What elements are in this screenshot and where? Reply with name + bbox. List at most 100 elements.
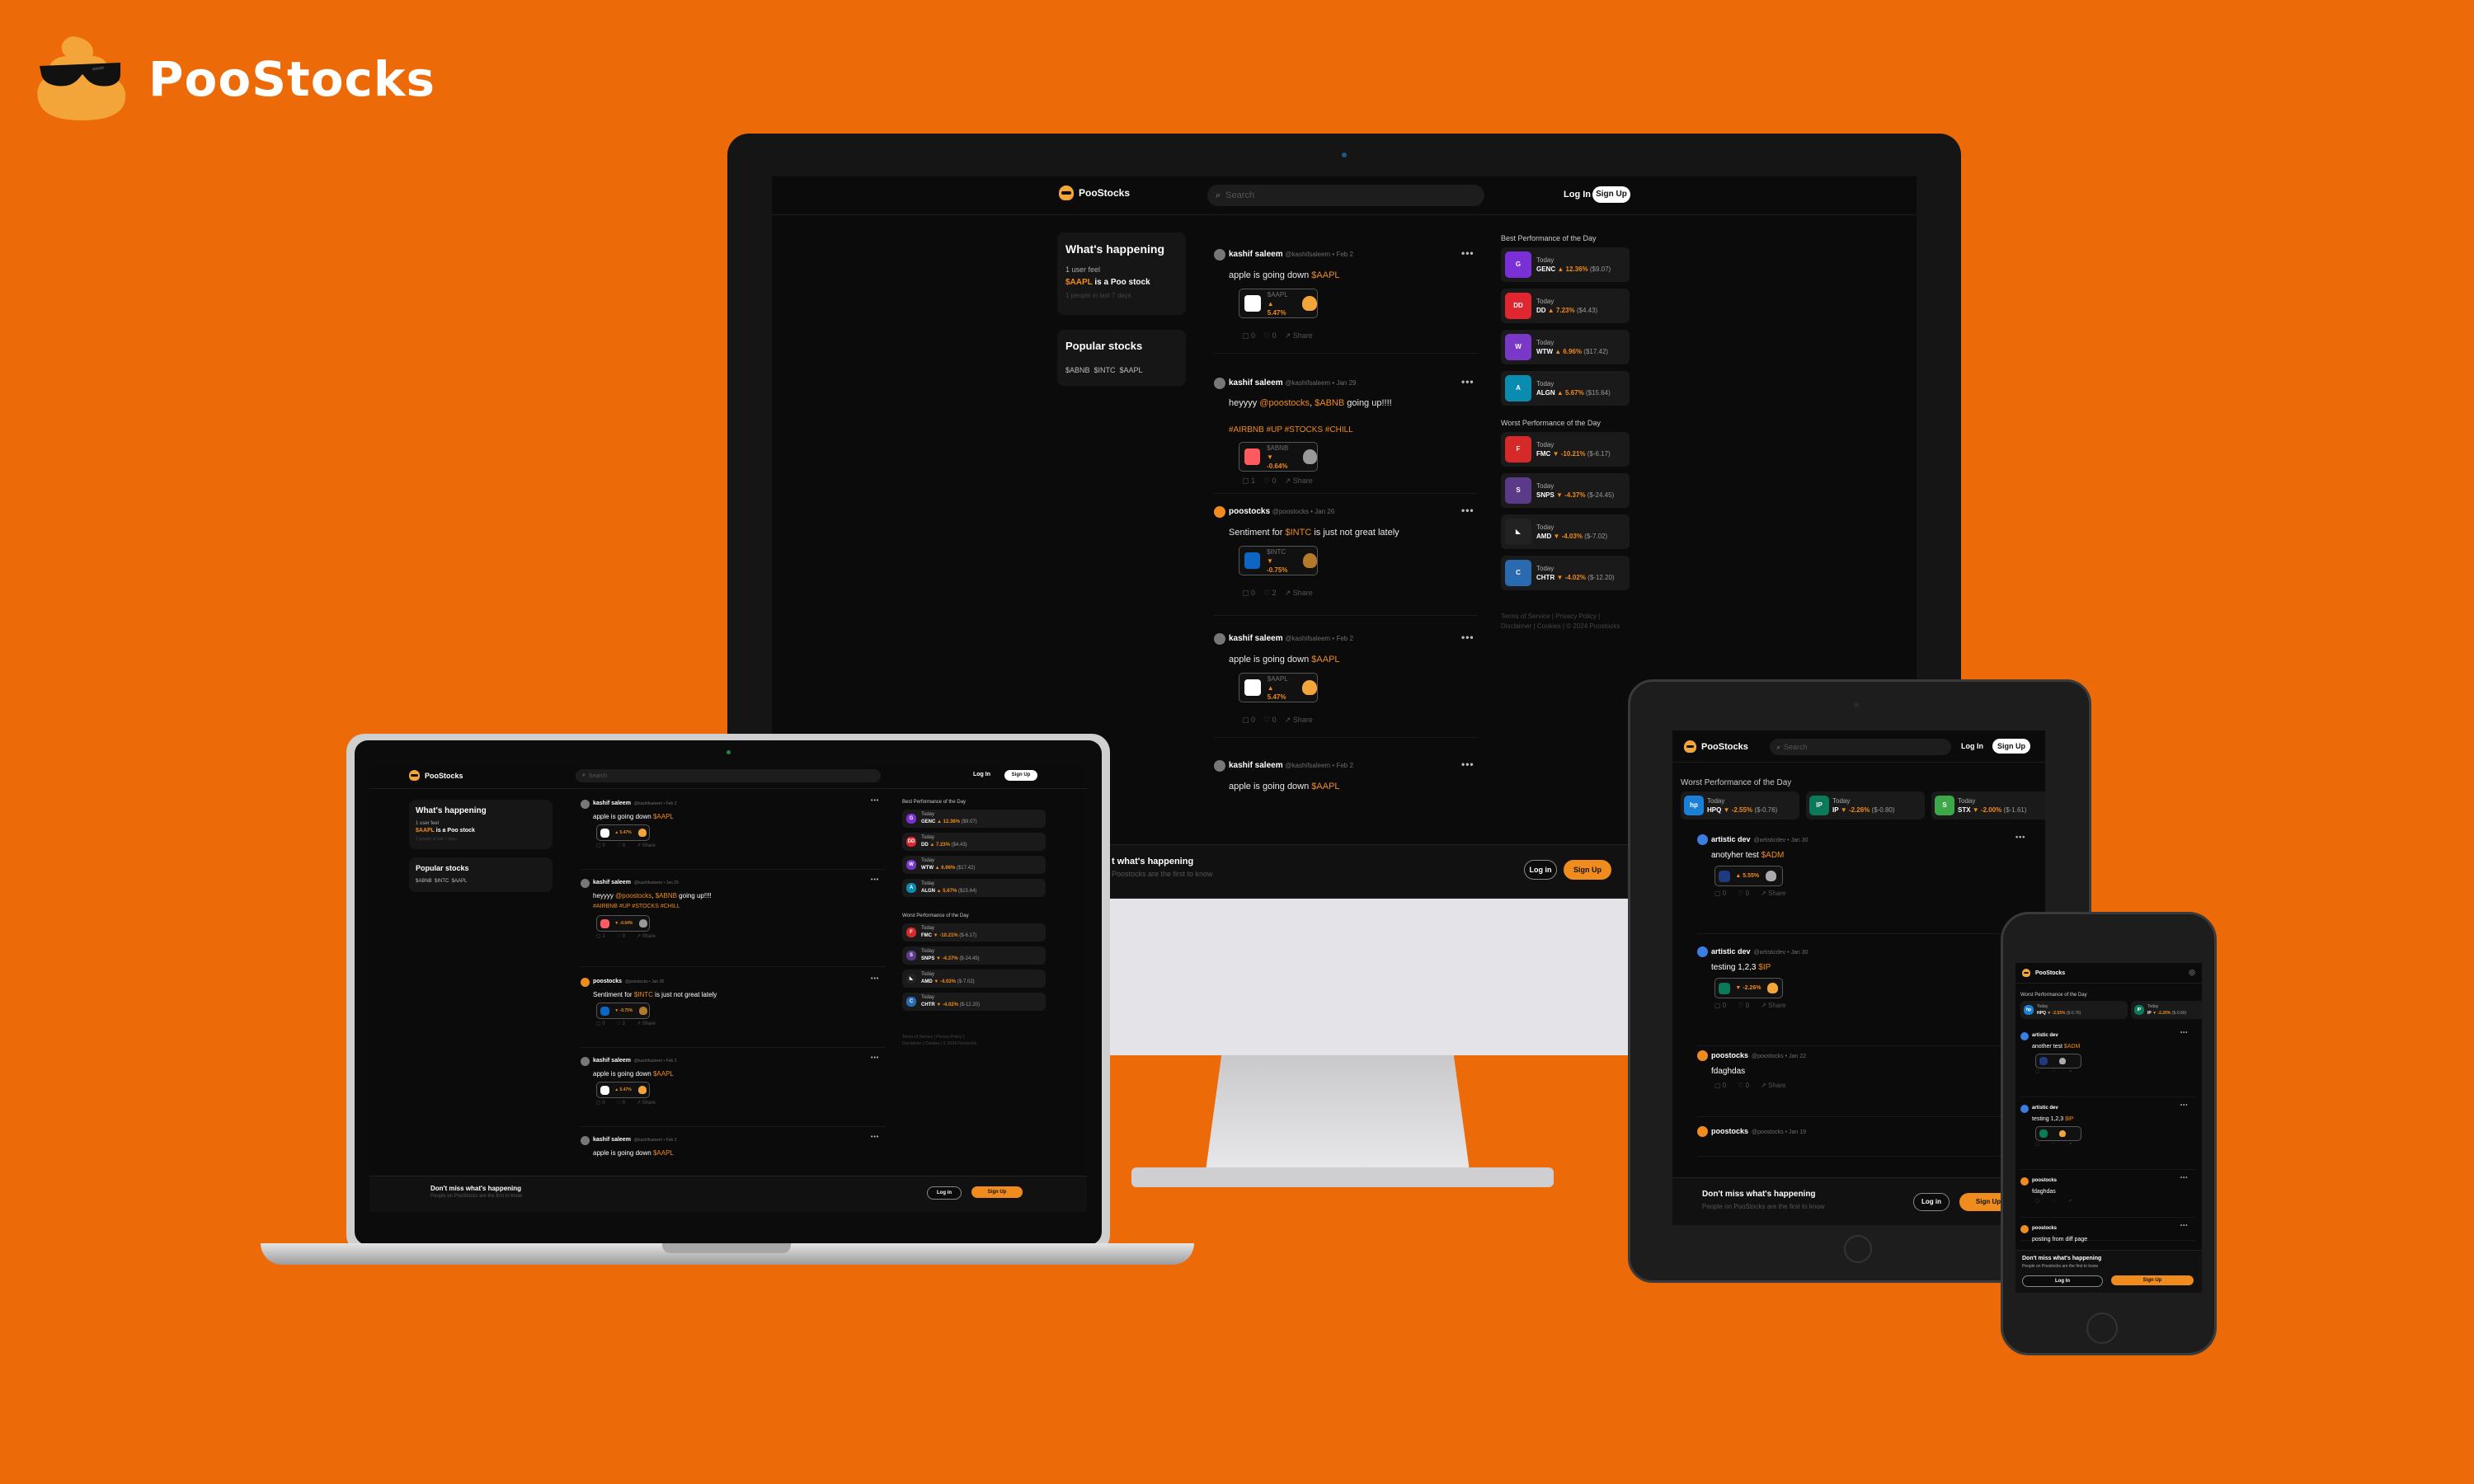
search-input[interactable]: ⌕ Search bbox=[576, 769, 881, 782]
like-icon[interactable]: ♡ bbox=[2052, 1069, 2057, 1074]
more-options-icon[interactable]: ••• bbox=[2180, 1103, 2188, 1108]
search-input[interactable]: ⌕ Search bbox=[1207, 185, 1484, 206]
avatar[interactable] bbox=[1697, 834, 1708, 845]
avatar[interactable] bbox=[1697, 1126, 1708, 1137]
more-options-icon[interactable]: ••• bbox=[2180, 1031, 2188, 1036]
more-options-icon[interactable]: ••• bbox=[871, 976, 879, 982]
share-label[interactable]: Share bbox=[1293, 716, 1313, 724]
post-ticker[interactable]: $ADM bbox=[1761, 851, 1785, 860]
share-label[interactable]: Share bbox=[642, 934, 656, 939]
feed-post[interactable]: artistic dev @artisticdev • Jan 30 ••• anot… bbox=[1697, 831, 2030, 934]
app-logo[interactable]: PooStocks bbox=[2022, 969, 2065, 977]
stock-chip[interactable]: $INTC ▼ -0.75% bbox=[1239, 546, 1318, 575]
avatar[interactable] bbox=[581, 879, 590, 888]
post-username[interactable]: poostocks bbox=[2032, 1178, 2057, 1183]
post-username[interactable]: artistic dev bbox=[2032, 1033, 2058, 1038]
performance-row[interactable]: DD Today DD ▲ 7.23% ($4.43) bbox=[902, 833, 1046, 851]
share-icon[interactable]: ↗ bbox=[1761, 890, 1768, 897]
like-icon[interactable]: ♡ bbox=[1738, 1082, 1745, 1089]
post-ticker[interactable]: $ADM bbox=[2064, 1044, 2080, 1050]
more-options-icon[interactable]: ••• bbox=[871, 1134, 879, 1140]
post-username[interactable]: poostocks bbox=[1711, 1051, 1748, 1059]
feed-post[interactable]: artistic dev ••• another test $ADM ▢ ♡ ↗ bbox=[2020, 1029, 2195, 1097]
footer-line[interactable]: Terms of Service | Privacy Policy | bbox=[1501, 613, 1600, 620]
stock-chip[interactable]: ▼ -0.75% bbox=[596, 1003, 650, 1020]
stock-chip[interactable]: $AAPL ▲ 5.47% bbox=[1239, 673, 1318, 702]
performance-row[interactable]: S Today SNPS ▼ -4.37% ($-24.45) bbox=[902, 946, 1046, 965]
share-icon[interactable]: ↗ bbox=[637, 934, 642, 939]
stock-chip[interactable]: $ABNB ▼ -0.64% bbox=[1239, 442, 1318, 472]
post-ticker[interactable]: $ABNB bbox=[1315, 398, 1344, 408]
post-ticker[interactable]: $INTC bbox=[634, 991, 653, 998]
performance-row[interactable]: IP Today IP ▼ -2.26% ($-0.80) bbox=[2131, 1001, 2202, 1019]
popular-tags[interactable]: $ABNB $INTC $AAPL bbox=[1065, 366, 1143, 374]
poo-ticker[interactable]: $AAPL bbox=[416, 828, 435, 834]
performance-row[interactable]: G Today GENC ▲ 12.36% ($9.07) bbox=[1501, 247, 1630, 282]
share-label[interactable]: Share bbox=[1293, 477, 1313, 485]
signup-button[interactable]: Sign Up bbox=[1592, 186, 1630, 203]
post-ticker[interactable]: $INTC bbox=[1285, 528, 1311, 538]
share-label[interactable]: Share bbox=[1768, 1082, 1785, 1089]
feed-post[interactable]: kashif saleem @kashifsaleem • Jan 29 ••• he… bbox=[581, 876, 886, 967]
like-icon[interactable]: ♡ bbox=[617, 934, 623, 939]
share-icon[interactable]: ↗ bbox=[637, 843, 642, 848]
signup-button[interactable]: Sign Up bbox=[1004, 770, 1037, 781]
post-username[interactable]: kashif saleem bbox=[1229, 634, 1283, 643]
post-ticker[interactable]: $AAPL bbox=[653, 1149, 674, 1157]
more-options-icon[interactable]: ••• bbox=[1461, 632, 1475, 643]
banner-login-button[interactable]: Log in bbox=[1524, 860, 1557, 880]
more-options-icon[interactable]: ••• bbox=[2180, 1176, 2188, 1181]
stock-chip[interactable] bbox=[2035, 1054, 2081, 1068]
avatar[interactable] bbox=[1697, 946, 1708, 957]
avatar[interactable] bbox=[1214, 760, 1225, 772]
performance-row[interactable]: S Today SNPS ▼ -4.37% ($-24.45) bbox=[1501, 473, 1630, 508]
app-logo[interactable]: PooStocks bbox=[1684, 740, 1748, 753]
feed-post[interactable]: kashif saleem @kashifsaleem • Feb 2 ••• … bbox=[1214, 242, 1478, 354]
performance-row[interactable]: DD Today DD ▲ 7.23% ($4.43) bbox=[1501, 289, 1630, 323]
performance-row[interactable]: W Today WTW ▲ 6.96% ($17.42) bbox=[902, 856, 1046, 874]
post-username[interactable]: kashif saleem bbox=[593, 801, 631, 806]
post-ticker[interactable]: $AAPL bbox=[1311, 655, 1339, 665]
tablet-home-button[interactable] bbox=[1844, 1235, 1872, 1263]
avatar[interactable] bbox=[2020, 1032, 2029, 1040]
post-username[interactable]: kashif saleem bbox=[1229, 378, 1283, 387]
banner-login-button[interactable]: Log In bbox=[2022, 1275, 2103, 1287]
share-icon[interactable]: ↗ bbox=[1761, 1082, 1768, 1089]
share-label[interactable]: Share bbox=[1293, 589, 1313, 597]
login-button[interactable]: Log In bbox=[1564, 190, 1591, 200]
reply-icon[interactable]: ▢ bbox=[1242, 331, 1249, 340]
post-username[interactable]: poostocks bbox=[593, 979, 622, 984]
feed-post[interactable]: poostocks@poostocks • Jan 22•••fdaghdas▢… bbox=[1697, 1047, 2030, 1117]
share-icon[interactable]: ↗ bbox=[2068, 1142, 2072, 1147]
post-username[interactable]: poostocks bbox=[1229, 507, 1270, 516]
share-label[interactable]: Share bbox=[1293, 331, 1313, 340]
feed-post[interactable]: kashif saleem @kashifsaleem • Feb 2 ••• … bbox=[1214, 627, 1478, 738]
popular-tags[interactable]: $ABNB $INTC $AAPL bbox=[416, 879, 467, 884]
footer-line[interactable]: Disclaimer | Cookies | © 2024 Poostocks bbox=[1501, 622, 1620, 630]
more-options-icon[interactable]: ••• bbox=[871, 798, 879, 804]
post-ticker[interactable]: $IP bbox=[2065, 1116, 2074, 1122]
more-options-icon[interactable]: ••• bbox=[2015, 833, 2025, 841]
avatar[interactable] bbox=[2020, 1105, 2029, 1113]
feed-post[interactable]: poostocks@poostocks • Jan 19••• bbox=[1697, 1123, 2030, 1157]
avatar[interactable] bbox=[581, 1136, 590, 1145]
avatar[interactable] bbox=[1214, 506, 1225, 518]
feed-post[interactable]: kashif saleem @kashifsaleem • Feb 2 ••• app… bbox=[581, 1054, 886, 1127]
reply-icon[interactable]: ▢ bbox=[1242, 716, 1249, 724]
post-username[interactable]: kashif saleem bbox=[593, 880, 631, 885]
post-ticker[interactable]: @poostocks bbox=[615, 892, 651, 899]
post-ticker[interactable]: $AAPL bbox=[1311, 270, 1339, 280]
performance-row[interactable]: ◣ Today AMD ▼ -4.03% ($-7.02) bbox=[1501, 514, 1630, 549]
performance-row[interactable]: F Today FMC ▼ -10.21% ($-6.17) bbox=[902, 923, 1046, 942]
feed-post[interactable]: poostocks @poostocks • Jan 26 ••• Sentiment… bbox=[581, 974, 886, 1048]
search-input[interactable]: ⌕ Search bbox=[1770, 739, 1951, 755]
post-ticker[interactable]: $IP bbox=[1758, 963, 1771, 972]
reply-icon[interactable]: ▢ bbox=[2035, 1199, 2040, 1204]
feed-post[interactable]: kashif saleem @kashifsaleem • Jan 29 •••… bbox=[1214, 371, 1478, 494]
like-icon[interactable]: ♡ bbox=[617, 1021, 623, 1026]
post-ticker[interactable]: $AAPL bbox=[653, 813, 674, 820]
banner-signup-button[interactable]: Sign Up bbox=[971, 1186, 1023, 1198]
more-options-icon[interactable]: ••• bbox=[1461, 247, 1475, 259]
more-options-icon[interactable]: ••• bbox=[1461, 758, 1475, 770]
more-options-icon[interactable]: ••• bbox=[1461, 505, 1475, 516]
